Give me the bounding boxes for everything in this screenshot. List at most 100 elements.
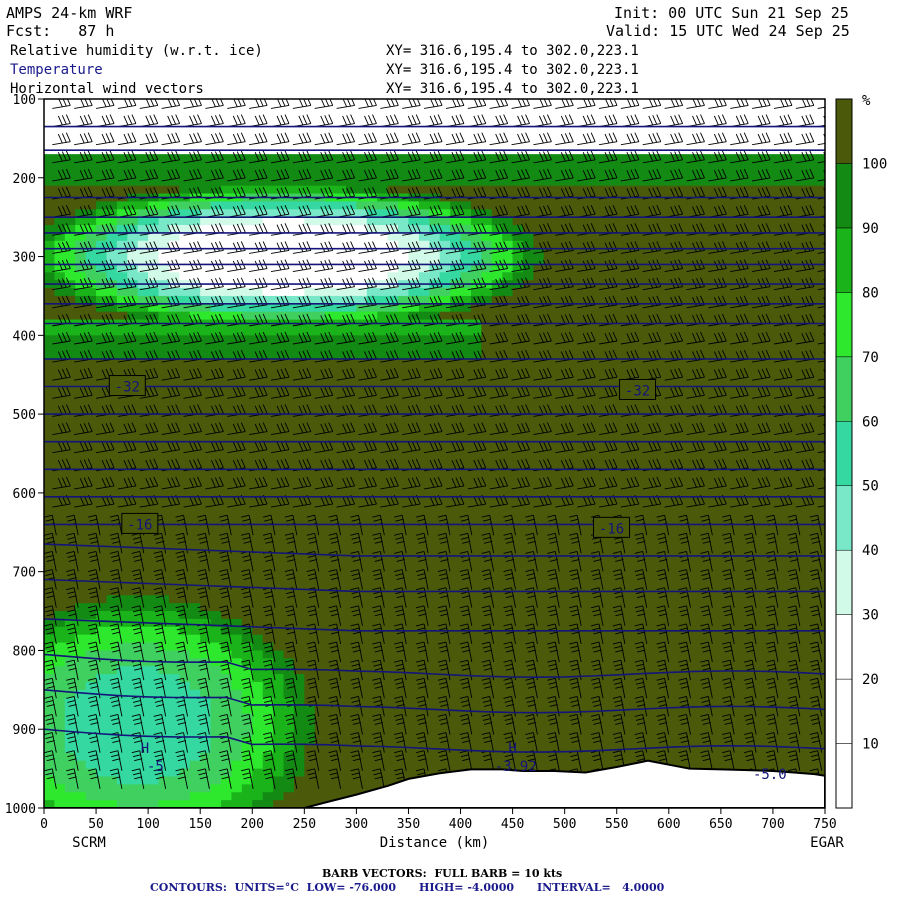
rh-cell <box>481 760 493 770</box>
rh-cell <box>283 784 295 793</box>
rh-cell <box>231 650 243 659</box>
rh-cell <box>606 327 618 336</box>
rh-cell <box>398 335 410 344</box>
rh-cell <box>106 327 118 336</box>
rh-cell <box>554 508 566 518</box>
rh-cell <box>85 311 97 321</box>
rh-cell <box>439 177 451 187</box>
rh-cell <box>304 792 316 801</box>
rh-cell <box>418 177 430 187</box>
rh-cell <box>616 327 628 336</box>
rh-cell <box>262 154 274 163</box>
rh-cell <box>179 563 191 573</box>
rh-cell <box>189 288 201 297</box>
rh-cell <box>221 201 233 210</box>
rh-cell <box>356 611 368 620</box>
rh-cell <box>231 681 243 691</box>
rh-cell <box>210 768 222 778</box>
rh-cell <box>210 626 222 636</box>
rh-cell <box>168 453 180 462</box>
rh-cell <box>273 540 285 549</box>
rh-cell <box>398 398 410 407</box>
rh-cell <box>554 650 566 659</box>
rh-cell <box>158 792 170 801</box>
rh-cell <box>606 595 618 604</box>
rh-cell <box>439 666 451 675</box>
rh-cell <box>398 185 410 195</box>
rh-cell <box>564 374 576 384</box>
rh-cell <box>168 532 180 541</box>
rh-cell <box>137 500 149 510</box>
rh-cell <box>585 414 597 423</box>
rh-cell <box>523 721 535 730</box>
rh-cell <box>106 414 118 423</box>
rh-cell <box>585 469 597 478</box>
rh-cell <box>564 666 576 675</box>
rh-cell <box>106 162 118 171</box>
rh-cell <box>210 106 222 116</box>
rh-cell <box>491 508 503 518</box>
rh-cell <box>470 705 482 715</box>
rh-cell <box>345 374 357 384</box>
rh-cell <box>137 177 149 187</box>
rh-cell <box>450 697 462 707</box>
rh-cell <box>200 453 212 462</box>
rh-cell <box>96 327 108 336</box>
rh-cell <box>210 713 222 722</box>
rh-cell <box>606 618 618 628</box>
rh-cell <box>179 453 191 462</box>
rh-cell <box>398 201 410 210</box>
rh-cell <box>564 232 576 242</box>
rh-cell <box>200 327 212 336</box>
rh-cell <box>450 634 462 644</box>
rh-cell <box>470 729 482 738</box>
rh-cell <box>262 114 274 124</box>
rh-cell <box>200 398 212 407</box>
rh-cell <box>252 634 264 644</box>
rh-cell <box>335 650 347 659</box>
rh-cell <box>523 162 535 171</box>
rh-cell <box>85 540 97 549</box>
rh-cell <box>283 477 295 486</box>
rh-cell <box>523 579 535 589</box>
rh-cell <box>262 414 274 423</box>
rh-cell <box>502 154 514 163</box>
rh-cell <box>200 634 212 644</box>
rh-cell <box>127 414 139 423</box>
rh-cell <box>44 477 56 486</box>
rh-cell <box>335 508 347 518</box>
rh-cell <box>179 162 191 171</box>
rh-cell <box>470 650 482 659</box>
rh-cell <box>200 169 212 179</box>
rh-cell <box>314 618 326 628</box>
rh-cell <box>470 162 482 171</box>
rh-cell <box>491 343 503 352</box>
rh-cell <box>137 485 149 494</box>
rh-cell <box>429 697 441 707</box>
rh-cell <box>585 618 597 628</box>
rh-cell <box>398 130 410 139</box>
rh-cell <box>366 327 378 336</box>
rh-cell <box>470 611 482 620</box>
rh-cell <box>54 776 66 785</box>
rh-cell <box>54 571 66 581</box>
rh-cell <box>314 784 326 793</box>
rh-cell <box>564 162 576 171</box>
rh-cell <box>470 398 482 407</box>
rh-cell <box>75 658 87 667</box>
rh-cell <box>54 445 66 455</box>
rh-cell <box>231 792 243 801</box>
rh-cell <box>460 272 472 281</box>
rh-cell <box>96 114 108 124</box>
rh-cell <box>137 358 149 368</box>
rh-cell <box>345 760 357 770</box>
rh-cell <box>137 343 149 352</box>
rh-cell <box>252 563 264 573</box>
rh-cell <box>491 666 503 675</box>
rh-cell <box>429 579 441 589</box>
rh-cell <box>168 634 180 644</box>
rh-cell <box>543 288 555 297</box>
rh-cell <box>158 421 170 431</box>
rh-cell <box>54 721 66 730</box>
rh-cell <box>168 162 180 171</box>
